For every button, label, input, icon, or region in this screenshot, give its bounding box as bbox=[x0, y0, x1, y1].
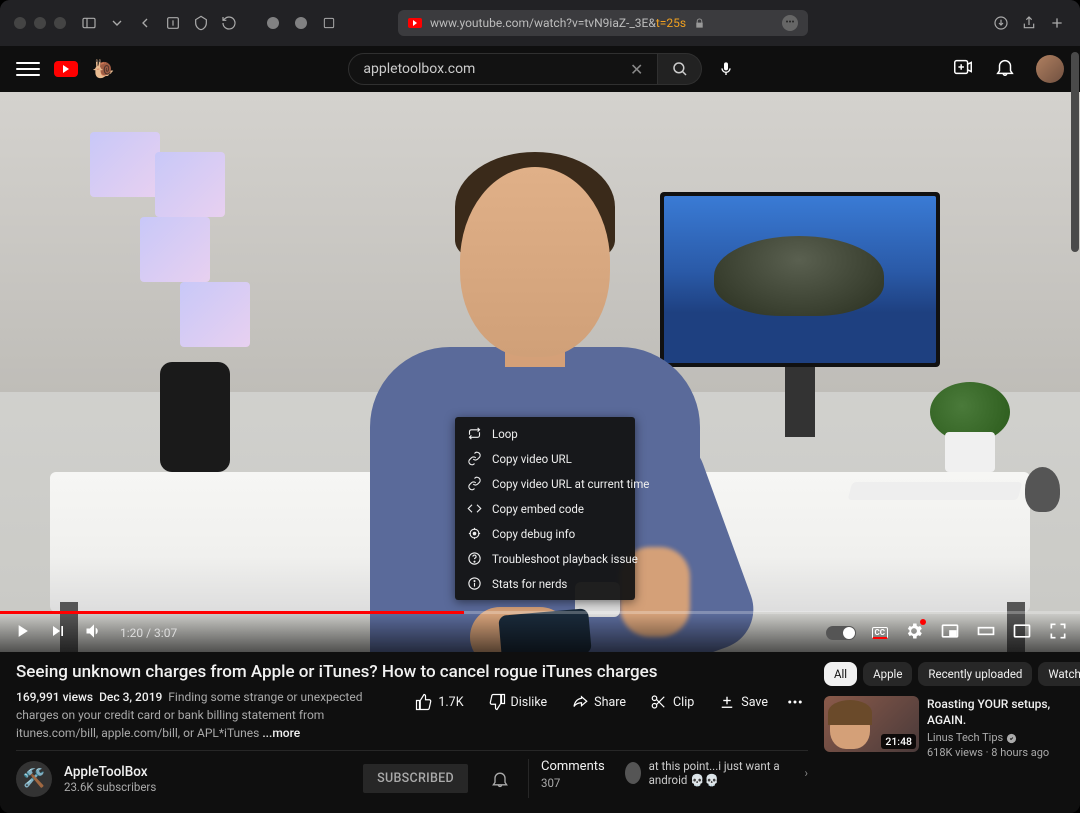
fullscreen-button[interactable] bbox=[1048, 621, 1068, 645]
comments-label: Comments bbox=[541, 759, 605, 774]
sidebar-toggle-icon[interactable] bbox=[80, 14, 98, 32]
reader-icon[interactable]: ••• bbox=[782, 15, 798, 31]
time-display: 1:20 / 3:07 bbox=[120, 626, 177, 640]
snail-icon: 🐌 bbox=[92, 59, 114, 80]
downloads-icon[interactable] bbox=[992, 14, 1010, 32]
browser-toolbar: www.youtube.com/watch?v=tvN9iaZ-_3E&t=25… bbox=[0, 0, 1080, 46]
recommended-video[interactable]: 21:48 Roasting YOUR setups, AGAIN. Linus… bbox=[824, 696, 1064, 761]
filter-chips: AllAppleRecently uploadedWatched bbox=[824, 662, 1064, 686]
notification-bell-icon[interactable] bbox=[490, 769, 510, 789]
filter-chip[interactable]: All bbox=[824, 662, 857, 686]
account-avatar[interactable] bbox=[1036, 55, 1064, 83]
url-text: www.youtube.com/watch?v=tvN9iaZ-_3E&t=25… bbox=[430, 16, 686, 30]
rec-title: Roasting YOUR setups, AGAIN. bbox=[927, 696, 1064, 728]
next-button[interactable] bbox=[48, 621, 68, 645]
like-button[interactable]: 1.7K bbox=[405, 688, 473, 716]
context-menu-item[interactable]: Copy video URL bbox=[455, 446, 635, 471]
ext-icon-3[interactable] bbox=[264, 14, 282, 32]
back-icon[interactable] bbox=[136, 14, 154, 32]
clip-button[interactable]: Clip bbox=[640, 688, 704, 716]
hamburger-menu-icon[interactable] bbox=[16, 57, 40, 81]
chevron-down-icon[interactable] bbox=[108, 14, 126, 32]
youtube-favicon-icon bbox=[408, 18, 422, 28]
context-menu-item[interactable]: Copy debug info bbox=[455, 521, 635, 546]
search-value: appletoolbox.com bbox=[363, 61, 475, 77]
pip-button[interactable] bbox=[1012, 621, 1032, 645]
dislike-button[interactable]: Dislike bbox=[478, 688, 558, 716]
youtube-logo-icon[interactable] bbox=[54, 61, 78, 77]
ext-icon-1[interactable] bbox=[164, 14, 182, 32]
commenter-avatar bbox=[625, 762, 641, 784]
search-button[interactable] bbox=[658, 53, 702, 85]
scrollbar[interactable] bbox=[1071, 52, 1079, 252]
voice-search-button[interactable] bbox=[710, 53, 742, 85]
ext-icon-5[interactable] bbox=[320, 14, 338, 32]
volume-button[interactable] bbox=[84, 621, 104, 645]
show-more-button[interactable]: ...more bbox=[262, 726, 300, 740]
channel-name[interactable]: AppleToolBox bbox=[64, 764, 156, 780]
ext-icon-4[interactable] bbox=[292, 14, 310, 32]
notifications-button[interactable] bbox=[994, 56, 1016, 82]
filter-chip[interactable]: Recently uploaded bbox=[918, 662, 1032, 686]
context-menu-item[interactable]: Copy embed code bbox=[455, 496, 635, 521]
window-traffic-lights[interactable] bbox=[14, 17, 66, 29]
filter-chip[interactable]: Apple bbox=[863, 662, 912, 686]
rec-duration: 21:48 bbox=[881, 734, 916, 749]
clear-search-icon[interactable]: ✕ bbox=[630, 60, 643, 79]
rec-meta: 618K views · 8 hours ago bbox=[927, 746, 1064, 761]
video-context-menu: LoopCopy video URLCopy video URL at curr… bbox=[455, 417, 635, 600]
more-actions-button[interactable] bbox=[782, 688, 808, 716]
miniplayer-button[interactable] bbox=[940, 621, 960, 645]
comments-count: 307 bbox=[541, 776, 605, 790]
search-input[interactable]: appletoolbox.com ✕ bbox=[348, 53, 658, 85]
lock-icon bbox=[694, 18, 705, 29]
filter-chip[interactable]: Watched bbox=[1038, 662, 1080, 686]
save-button[interactable]: Save bbox=[708, 688, 778, 716]
captions-button[interactable]: CC bbox=[872, 627, 888, 639]
video-title: Seeing unknown charges from Apple or iTu… bbox=[16, 662, 808, 682]
new-tab-icon[interactable] bbox=[1048, 14, 1066, 32]
context-menu-item[interactable]: Copy video URL at current time bbox=[455, 471, 635, 496]
verified-icon bbox=[1006, 733, 1017, 744]
context-menu-item[interactable]: Loop bbox=[455, 421, 635, 446]
top-comment[interactable]: at this point...i just want a android 💀💀… bbox=[625, 759, 808, 787]
rec-thumbnail: 21:48 bbox=[824, 696, 919, 752]
chevron-right-icon[interactable]: › bbox=[805, 766, 808, 780]
rec-channel: Linus Tech Tips bbox=[927, 731, 1064, 746]
video-meta: 169,991 views Dec 3, 2019 Finding some s… bbox=[16, 688, 401, 742]
channel-avatar[interactable]: 🛠️ bbox=[16, 761, 52, 797]
share-icon[interactable] bbox=[1020, 14, 1038, 32]
settings-button[interactable] bbox=[904, 621, 924, 645]
player-controls: 1:20 / 3:07 CC bbox=[0, 614, 1080, 652]
subscribe-button[interactable]: SUBSCRIBED bbox=[363, 764, 468, 793]
context-menu-item[interactable]: Stats for nerds bbox=[455, 571, 635, 596]
comment-text: at this point...i just want a android 💀💀 bbox=[649, 759, 797, 787]
reload-icon[interactable] bbox=[220, 14, 238, 32]
url-bar[interactable]: www.youtube.com/watch?v=tvN9iaZ-_3E&t=25… bbox=[398, 10, 808, 36]
autoplay-toggle[interactable] bbox=[826, 626, 856, 640]
channel-subscribers: 23.6K subscribers bbox=[64, 780, 156, 794]
youtube-header: 🐌 appletoolbox.com ✕ bbox=[0, 46, 1080, 92]
play-button[interactable] bbox=[12, 621, 32, 645]
ext-icon-2[interactable] bbox=[192, 14, 210, 32]
create-button[interactable] bbox=[952, 56, 974, 82]
video-player[interactable]: LoopCopy video URLCopy video URL at curr… bbox=[0, 92, 1080, 652]
share-button[interactable]: Share bbox=[561, 688, 636, 716]
context-menu-item[interactable]: Troubleshoot playback issue bbox=[455, 546, 635, 571]
theater-button[interactable] bbox=[976, 621, 996, 645]
